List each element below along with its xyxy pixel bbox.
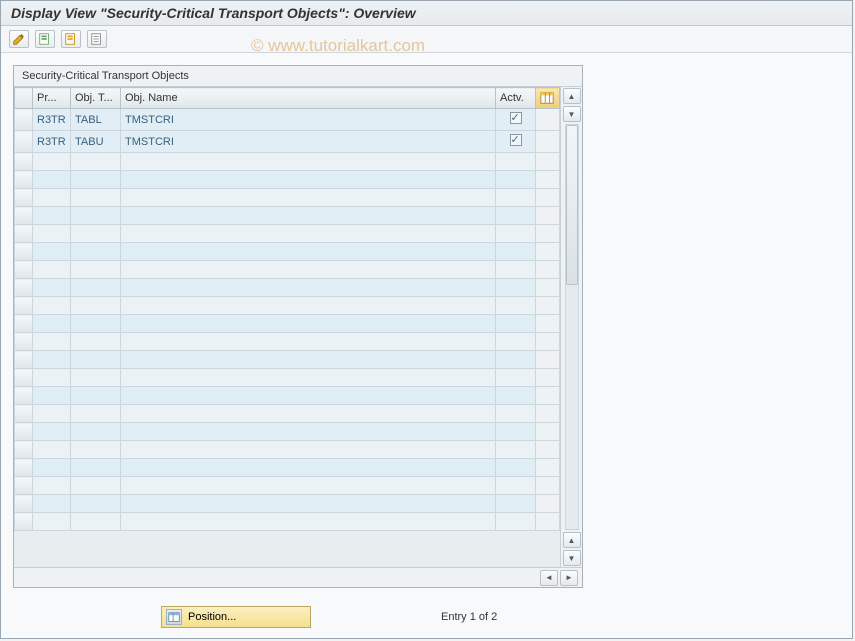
checkbox-icon[interactable]: [510, 112, 522, 124]
col-header-select[interactable]: [15, 88, 33, 109]
page-title: Display View "Security-Critical Transpor…: [1, 1, 852, 26]
scroll-left-icon[interactable]: ◄: [540, 570, 558, 586]
scroll-top-icon[interactable]: ▲: [563, 88, 581, 104]
row-selector[interactable]: [15, 423, 33, 441]
row-selector[interactable]: [15, 315, 33, 333]
row-selector[interactable]: [15, 351, 33, 369]
row-selector[interactable]: [15, 477, 33, 495]
col-header-objtype[interactable]: Obj. T...: [71, 88, 121, 109]
position-button-label: Position...: [188, 611, 236, 623]
table-row[interactable]: R3TRTABLTMSTCRI: [15, 109, 560, 131]
row-selector[interactable]: [15, 153, 33, 171]
col-header-objname[interactable]: Obj. Name: [121, 88, 496, 109]
table-row[interactable]: [15, 441, 560, 459]
table-row[interactable]: [15, 423, 560, 441]
entry-counter: Entry 1 of 2: [441, 611, 497, 623]
scroll-track[interactable]: [565, 124, 579, 530]
cell-objname: TMSTCRI: [121, 109, 496, 131]
row-selector[interactable]: [15, 207, 33, 225]
content-area: Security-Critical Transport Objects Pr..…: [1, 53, 852, 588]
table-row[interactable]: [15, 351, 560, 369]
table-settings-icon[interactable]: [536, 88, 560, 109]
cell-pad: [536, 131, 560, 153]
data-table: Pr... Obj. T... Obj. Name Actv. R3TRTABL…: [14, 87, 560, 531]
row-selector[interactable]: [15, 387, 33, 405]
table-row[interactable]: [15, 189, 560, 207]
scroll-up-icon[interactable]: ▼: [563, 106, 581, 122]
row-selector[interactable]: [15, 225, 33, 243]
vertical-scrollbar[interactable]: ▲ ▼ ▲ ▼: [560, 87, 582, 567]
table-row[interactable]: [15, 243, 560, 261]
table-row[interactable]: [15, 171, 560, 189]
table-row[interactable]: [15, 369, 560, 387]
row-selector[interactable]: [15, 109, 33, 131]
row-selector[interactable]: [15, 243, 33, 261]
row-selector[interactable]: [15, 189, 33, 207]
row-selector[interactable]: [15, 369, 33, 387]
cell-actv[interactable]: [496, 109, 536, 131]
scroll-down-icon[interactable]: ▲: [563, 532, 581, 548]
sheet-orange-icon[interactable]: [61, 30, 81, 48]
checkbox-icon[interactable]: [510, 134, 522, 146]
row-selector[interactable]: [15, 513, 33, 531]
table-row[interactable]: [15, 387, 560, 405]
row-selector[interactable]: [15, 171, 33, 189]
position-icon: [166, 609, 182, 625]
table-row[interactable]: [15, 477, 560, 495]
row-selector[interactable]: [15, 297, 33, 315]
row-selector[interactable]: [15, 279, 33, 297]
row-selector[interactable]: [15, 495, 33, 513]
table-wrap: Pr... Obj. T... Obj. Name Actv. R3TRTABL…: [14, 87, 560, 567]
col-header-actv[interactable]: Actv.: [496, 88, 536, 109]
cell-objtype: TABU: [71, 131, 121, 153]
cell-actv[interactable]: [496, 131, 536, 153]
row-selector[interactable]: [15, 459, 33, 477]
scroll-thumb[interactable]: [566, 125, 578, 285]
table-row[interactable]: [15, 225, 560, 243]
edit-icon[interactable]: [9, 30, 29, 48]
sheet-green-icon[interactable]: [35, 30, 55, 48]
table-row[interactable]: [15, 513, 560, 531]
cell-objtype: TABL: [71, 109, 121, 131]
table-row[interactable]: [15, 333, 560, 351]
cell-objname: TMSTCRI: [121, 131, 496, 153]
table-row[interactable]: [15, 315, 560, 333]
cell-pr: R3TR: [33, 131, 71, 153]
table-row[interactable]: R3TRTABUTMSTCRI: [15, 131, 560, 153]
scroll-bottom-icon[interactable]: ▼: [563, 550, 581, 566]
window-frame: Display View "Security-Critical Transpor…: [0, 0, 853, 639]
horizontal-scrollbar[interactable]: ◄ ►: [14, 567, 582, 587]
row-selector[interactable]: [15, 261, 33, 279]
table-row[interactable]: [15, 459, 560, 477]
grid-title: Security-Critical Transport Objects: [14, 66, 582, 87]
row-selector[interactable]: [15, 441, 33, 459]
table-row[interactable]: [15, 405, 560, 423]
scroll-right-icon[interactable]: ►: [560, 570, 578, 586]
table-row[interactable]: [15, 261, 560, 279]
table-row[interactable]: [15, 495, 560, 513]
table-row[interactable]: [15, 153, 560, 171]
cell-pr: R3TR: [33, 109, 71, 131]
row-selector[interactable]: [15, 333, 33, 351]
table-row[interactable]: [15, 297, 560, 315]
row-selector[interactable]: [15, 131, 33, 153]
table-row[interactable]: [15, 207, 560, 225]
col-header-pr[interactable]: Pr...: [33, 88, 71, 109]
grid-frame: Security-Critical Transport Objects Pr..…: [13, 65, 583, 588]
footer: Position... Entry 1 of 2: [1, 606, 852, 628]
row-selector[interactable]: [15, 405, 33, 423]
cell-pad: [536, 109, 560, 131]
position-button[interactable]: Position...: [161, 606, 311, 628]
sheet-lines-icon[interactable]: [87, 30, 107, 48]
table-row[interactable]: [15, 279, 560, 297]
toolbar: [1, 26, 852, 53]
